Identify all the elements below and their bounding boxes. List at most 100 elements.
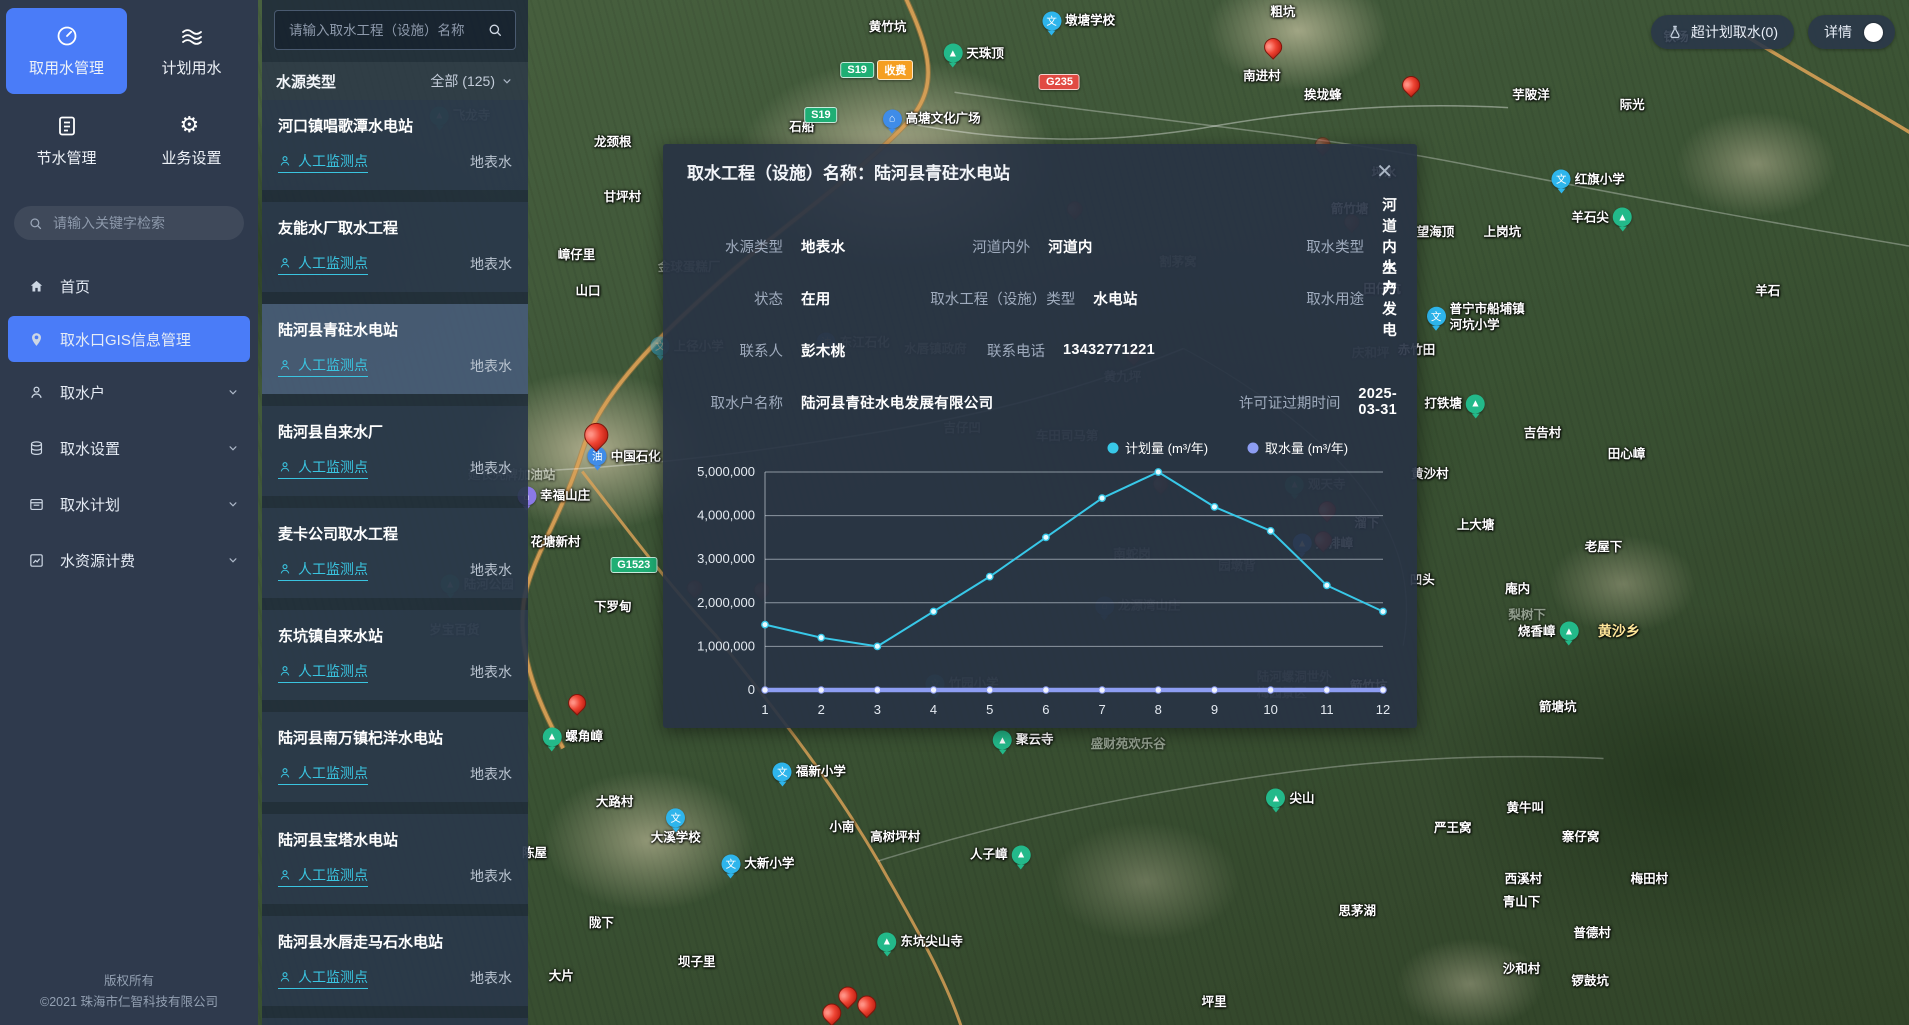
water-source-type: 地表水 (470, 254, 512, 274)
monitor-type-link[interactable]: 人工监测点 (278, 763, 368, 785)
list-item[interactable]: 陆河县激石溪老区水电站人工监测点地表水 (262, 1018, 528, 1025)
svg-text:8: 8 (1155, 702, 1162, 717)
list-item[interactable]: 陆河县宝塔水电站人工监测点地表水 (262, 814, 528, 904)
map-label-poi[interactable]: 文墩塘学校 (1042, 11, 1115, 30)
map-label-text: 严王窝 (1434, 820, 1472, 836)
scenic-pin-icon[interactable]: ▲ (943, 44, 962, 63)
map-label-poi[interactable]: 文大溪学校 (651, 809, 701, 846)
scenic-pin-icon[interactable]: ▲ (1266, 789, 1285, 808)
map-toolbar: 超计划取水(0) 详情 (1651, 15, 1895, 49)
facility-name: 陆河县自来水厂 (278, 421, 512, 442)
facility-search-input[interactable] (287, 22, 479, 39)
map-label-poi[interactable]: 打铁塘▲ (1424, 394, 1485, 413)
toggle-knob-icon[interactable] (1864, 23, 1883, 42)
map-label-text: 天珠顶 (966, 45, 1004, 61)
map-label-poi[interactable]: ▲东坑尖山寺 (877, 932, 963, 951)
modal-title: 取水工程（设施）名称：陆河县青砫水电站 (687, 159, 1010, 184)
map-label-text: 螺角嶂 (565, 729, 603, 745)
sidebar-search[interactable] (14, 206, 244, 240)
intake-point-marker[interactable] (1398, 72, 1423, 97)
scenic-pin-icon[interactable]: ▲ (1559, 622, 1578, 641)
map-label-poi[interactable]: ▲天珠顶 (943, 44, 1004, 63)
monitor-type-link[interactable]: 人工监测点 (278, 253, 368, 275)
map-label-poi[interactable]: 文福新小学 (773, 762, 846, 781)
sidebar-item-db[interactable]: 取水设置 (0, 422, 258, 474)
detail-toggle[interactable]: 详情 (1808, 15, 1895, 49)
module-doc[interactable]: 节水管理 (6, 98, 127, 184)
svg-text:5: 5 (986, 702, 993, 717)
map-label-poi[interactable]: 烧香嶂▲ (1518, 622, 1579, 641)
map-label-poi[interactable]: 油中国石化 (588, 447, 661, 466)
sidebar-item-pin[interactable]: 取水口GIS信息管理 (8, 316, 250, 362)
map-label-text: 盛财苑欢乐谷 (1091, 736, 1166, 752)
school-pin-icon[interactable]: 文 (1042, 11, 1061, 30)
list-item[interactable]: 陆河县自来水厂人工监测点地表水 (262, 406, 528, 496)
intake-point-marker[interactable] (1261, 35, 1286, 60)
monitor-type-link[interactable]: 人工监测点 (278, 151, 368, 173)
monitor-type-link[interactable]: 人工监测点 (278, 457, 368, 479)
module-gauge[interactable]: 取用水管理 (6, 8, 127, 94)
map-label-text: 思茅湖 (1339, 903, 1377, 919)
map-label-poi[interactable]: ⌂幸福山庄 (517, 487, 590, 506)
map-label-place: 陇下 (589, 914, 614, 930)
filter-label: 水源类型 (276, 71, 336, 92)
person-icon (28, 384, 45, 401)
school-pin-icon[interactable]: 文 (773, 762, 792, 781)
map-label-poi[interactable]: 文红旗小学 (1552, 170, 1625, 189)
sidebar-item-person[interactable]: 取水户 (0, 366, 258, 418)
map-label-poi[interactable]: 文大新小学 (721, 855, 794, 874)
over-plan-intake-button[interactable]: 超计划取水(0) (1651, 15, 1794, 49)
map-label-place: 上岗坑 (1484, 224, 1522, 240)
scenic-pin-icon[interactable]: ▲ (1613, 208, 1632, 227)
list-item[interactable]: 麦卡公司取水工程人工监测点地表水 (262, 508, 528, 598)
map-label-place: 际光 (1620, 96, 1645, 112)
map-label-place: 锣鼓坑 (1571, 973, 1609, 989)
sidebar-search-input[interactable] (51, 214, 236, 232)
person-icon (278, 460, 292, 474)
map-label-poi[interactable]: 人子嶂▲ (970, 845, 1031, 864)
map-label-poi[interactable]: 文普宁市船埔镇 河坑小学 (1427, 300, 1525, 333)
school-pin-icon[interactable]: 文 (666, 809, 685, 828)
map-label-poi[interactable]: 羊石尖▲ (1571, 208, 1632, 227)
sidebar-item-home[interactable]: 首页 (0, 260, 258, 312)
school-pin-icon[interactable]: 文 (1427, 307, 1446, 326)
scenic-pin-icon[interactable]: ▲ (1466, 394, 1485, 413)
scenic-pin-icon[interactable]: ▲ (877, 932, 896, 951)
map-label-poi[interactable]: ⌂高塘文化广场 (883, 109, 981, 128)
module-gear[interactable]: ⚙业务设置 (131, 98, 252, 184)
intake-point-marker[interactable] (564, 691, 589, 716)
sidebar-item-chart[interactable]: 水资源计费 (0, 534, 258, 586)
monitor-type-link[interactable]: 人工监测点 (278, 865, 368, 887)
map-label-poi[interactable]: ▲螺角嶂 (542, 727, 603, 746)
svg-text:3,000,000: 3,000,000 (697, 551, 755, 566)
monitor-type-link[interactable]: 人工监测点 (278, 661, 368, 683)
scenic-pin-icon[interactable]: ▲ (1012, 845, 1031, 864)
list-item[interactable]: 河口镇唱歌潭水电站人工监测点地表水 (262, 100, 528, 190)
close-icon[interactable]: ✕ (1372, 160, 1397, 184)
facility-search[interactable] (274, 10, 516, 50)
map-label-place: 甘坪村 (604, 189, 642, 205)
monitor-type-link[interactable]: 人工监测点 (278, 559, 368, 581)
road-shield: G235 (1039, 74, 1080, 90)
list-item[interactable]: 陆河县南万镇杞洋水电站人工监测点地表水 (262, 712, 528, 802)
chevron-down-icon (226, 497, 240, 511)
search-icon[interactable] (487, 22, 503, 38)
scenic-pin-icon[interactable]: ▲ (542, 727, 561, 746)
field-label: 河道内外 (930, 236, 1030, 257)
map-label-text: 望海顶 (1417, 224, 1455, 240)
list-item[interactable]: 陆河县青砫水电站人工监测点地表水 (262, 304, 528, 394)
filter-dropdown[interactable]: 全部 (125) (430, 71, 514, 91)
sidebar-item-card[interactable]: 取水计划 (0, 478, 258, 530)
map-label-place: 严王窝 (1434, 820, 1472, 836)
map-label-poi[interactable]: ▲尖山 (1266, 789, 1314, 808)
field-value: 水力发电 (1382, 256, 1397, 340)
school-pin-icon[interactable]: 文 (721, 855, 740, 874)
list-item[interactable]: 陆河县水唇走马石水电站人工监测点地表水 (262, 916, 528, 1006)
list-item[interactable]: 友能水厂取水工程人工监测点地表水 (262, 202, 528, 292)
monitor-type-link[interactable]: 人工监测点 (278, 967, 368, 989)
list-item[interactable]: 东坑镇自来水站人工监测点地表水 (262, 610, 528, 700)
poi-pin-icon[interactable]: ⌂ (883, 109, 902, 128)
module-waves[interactable]: 计划用水 (131, 8, 252, 94)
school-pin-icon[interactable]: 文 (1552, 170, 1571, 189)
monitor-type-link[interactable]: 人工监测点 (278, 355, 368, 377)
